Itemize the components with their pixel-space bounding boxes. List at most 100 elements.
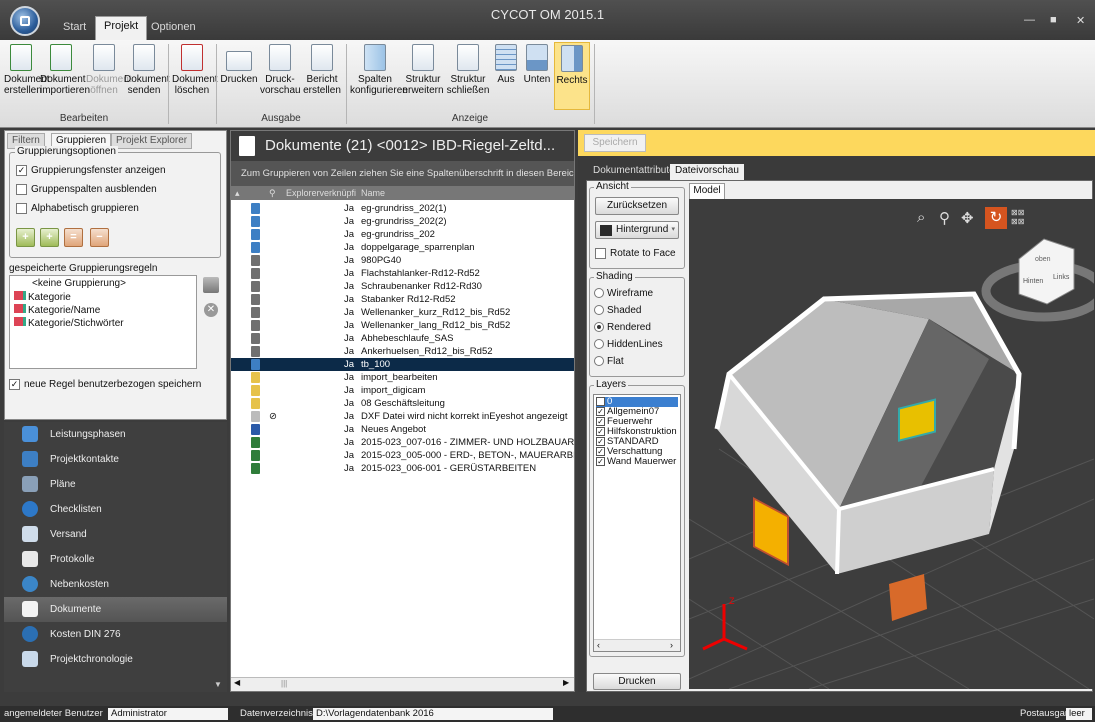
column-explorer-link[interactable]: Explorerverknüpfi (286, 186, 356, 200)
nav-dokumente[interactable]: Dokumente (4, 597, 227, 622)
minimize-icon[interactable]: — (1024, 14, 1035, 26)
background-dropdown[interactable]: Hintergrund ▾ (595, 221, 679, 239)
rule-item[interactable]: Kategorie (14, 291, 71, 303)
rule-item[interactable]: Kategorie/Stichwörter (14, 317, 124, 329)
nav-leistungsphasen[interactable]: Leistungsphasen (4, 422, 227, 447)
nav-projektchronologie[interactable]: Projektchronologie (4, 647, 227, 672)
tab-model[interactable]: Model (689, 183, 725, 199)
preview-right-button[interactable]: Rechts (554, 42, 590, 110)
table-row[interactable]: Ja Stabanker Rd12-Rd52 (231, 293, 574, 306)
table-row[interactable]: Ja import_bearbeiten (231, 371, 574, 384)
rotate-to-face-option[interactable]: Rotate to Face (595, 248, 676, 259)
nav-nebenkosten[interactable]: Nebenkosten (4, 572, 227, 597)
table-row[interactable]: Ja Ankerhuelsen_Rd12_bis_Rd52 (231, 345, 574, 358)
sort-icon[interactable]: ▴ (235, 186, 240, 200)
table-row[interactable]: Ja eg-grundriss_202(1) (231, 202, 574, 215)
add-button[interactable]: + (40, 228, 59, 247)
delete-document-button[interactable]: Dokument löschen (172, 44, 218, 96)
collapse-structure-button[interactable]: Struktur schließen (446, 44, 490, 96)
tab-projekt-explorer[interactable]: Projekt Explorer (111, 133, 193, 149)
configure-columns-button[interactable]: Spalten konfigurieren (350, 44, 408, 96)
table-row[interactable]: Ja Schraubenanker Rd12-Rd30 (231, 280, 574, 293)
print-preview-print-button[interactable]: Drucken (593, 673, 681, 690)
layer-item[interactable]: ✓ Wand Mauerwer (596, 457, 676, 467)
table-row[interactable]: Ja Wellenanker_kurz_Rd12_bis_Rd52 (231, 306, 574, 319)
rotate-icon[interactable]: ↻ (985, 207, 1007, 229)
scroll-right-icon[interactable]: › (670, 640, 673, 650)
table-row[interactable]: Ja Wellenanker_lang_Rd12_bis_Rd52 (231, 319, 574, 332)
shading-flat[interactable]: Flat (594, 356, 624, 367)
shading-hiddenlines[interactable]: HiddenLines (594, 339, 663, 350)
nav-plaene[interactable]: Pläne (4, 472, 227, 497)
tab-start[interactable]: Start (55, 18, 94, 38)
column-name[interactable]: Name (361, 186, 385, 200)
remove-button[interactable]: − (90, 228, 109, 247)
send-document-button[interactable]: Dokument senden (124, 44, 170, 96)
table-row[interactable]: Ja Flachstahlanker-Rd12-Rd52 (231, 267, 574, 280)
preview-bottom-button[interactable]: Unten (522, 44, 552, 85)
nav-projektkontakte[interactable]: Projektkontakte (4, 447, 227, 472)
scroll-right-icon[interactable]: ▶ (563, 678, 569, 687)
shading-wireframe[interactable]: Wireframe (594, 288, 653, 299)
zoom-fit-icon[interactable]: ⊠⊠ ⊠⊠ (1011, 208, 1024, 226)
option-hide-group-columns[interactable]: Gruppenspalten ausblenden (16, 184, 157, 195)
table-row[interactable]: Ja import_digicam (231, 384, 574, 397)
table-row[interactable]: Ja eg-grundriss_202(2) (231, 215, 574, 228)
scroll-thumb[interactable]: ||| (281, 679, 287, 688)
rule-none[interactable]: <keine Gruppierung> (32, 278, 126, 289)
table-row[interactable]: Ja tb_100 (231, 358, 574, 371)
save-rule-icon[interactable] (203, 277, 219, 293)
create-report-button[interactable]: Bericht erstellen (302, 44, 342, 96)
tab-dokumentattribute[interactable]: Dokumentattribute (588, 164, 680, 180)
table-row[interactable]: Ja doppelgarage_sparrenplan (231, 241, 574, 254)
maximize-icon[interactable]: ■ (1050, 14, 1057, 26)
tab-dateivorschau[interactable]: Dateivorschau (670, 164, 744, 180)
import-document-button[interactable]: Dokument importieren (40, 44, 90, 96)
table-row[interactable]: Ja 980PG40 (231, 254, 574, 267)
zoom-window-icon[interactable]: ⌕ (917, 209, 925, 226)
attachment-column-icon[interactable]: ⚲ (269, 186, 276, 200)
rule-item[interactable]: Kategorie/Name (14, 304, 100, 316)
open-document-button[interactable]: Dokument öffnen (86, 44, 132, 96)
table-row[interactable]: Ja Neues Angebot (231, 423, 574, 436)
tab-optionen[interactable]: Optionen (143, 18, 204, 38)
table-row[interactable]: Ja Abhebeschlaufe_SAS (231, 332, 574, 345)
zoom-icon[interactable]: ⚲ (939, 209, 950, 227)
table-row[interactable]: Ja eg-grundriss_202 (231, 228, 574, 241)
table-row[interactable]: Ja 2015-023_005-000 - ERD-, BETON-, MAUER… (231, 449, 574, 462)
expand-structure-button[interactable]: Struktur erweitern (402, 44, 444, 96)
table-row[interactable]: ⊘ Ja DXF Datei wird nicht korrekt inEyesho… (231, 410, 574, 423)
shading-shaded[interactable]: Shaded (594, 305, 641, 316)
nav-protokolle[interactable]: Protokolle (4, 547, 227, 572)
option-alphabetical[interactable]: Alphabetisch gruppieren (16, 203, 139, 214)
saved-rules-list[interactable]: <keine Gruppierung> Kategorie Kategorie/… (9, 275, 197, 369)
3d-viewport[interactable]: oben Hinten Links Z ⌕ ⚲ ✥ ↻ ⊠⊠ ⊠⊠ (689, 199, 1094, 689)
table-row[interactable]: Ja 2015-023_007-016 - ZIMMER- UND HOLZBAU… (231, 436, 574, 449)
delete-rule-icon[interactable]: ✕ (204, 303, 218, 317)
save-button[interactable]: Speichern (584, 134, 646, 152)
nav-kosten-din-276[interactable]: Kosten DIN 276 (4, 622, 227, 647)
scroll-left-icon[interactable]: ◀ (234, 678, 240, 687)
layers-scrollbar[interactable]: ‹ › (594, 639, 680, 651)
reset-view-button[interactable]: Zurücksetzen (595, 197, 679, 215)
table-row[interactable]: Ja 2015-023_006-001 - GERÜSTARBEITEN (231, 462, 574, 475)
add-group-level-button[interactable]: + (16, 228, 35, 247)
create-document-button[interactable]: Dokument erstellen (4, 44, 50, 96)
nav-expand-icon[interactable]: ▼ (214, 680, 222, 689)
nav-checklisten[interactable]: Checklisten (4, 497, 227, 522)
scroll-left-icon[interactable]: ‹ (597, 640, 600, 650)
save-rule-per-user[interactable]: ✓ neue Regel benutzerbezogen speichern (9, 379, 201, 390)
close-icon[interactable]: ✕ (1076, 14, 1085, 27)
shading-rendered[interactable]: Rendered (594, 322, 651, 333)
option-show-group-panel[interactable]: ✓ Gruppierungsfenster anzeigen (16, 165, 166, 176)
tab-projekt[interactable]: Projekt (95, 16, 148, 40)
layers-list[interactable]: ✓ 0 ✓ Allgemein07 ✓ Feuerwehr ✓ Hilfskonstrukti… (593, 394, 681, 652)
pan-icon[interactable]: ✥ (961, 209, 974, 227)
print-button[interactable]: Drucken (220, 44, 258, 85)
table-row[interactable]: Ja 08 Geschäftsleitung (231, 397, 574, 410)
view-cube[interactable] (1018, 238, 1075, 305)
group-by-area[interactable]: Zum Gruppieren von Zeilen ziehen Sie ein… (231, 161, 574, 186)
horizontal-scrollbar[interactable]: ◀ ||| ▶ (231, 677, 574, 691)
print-preview-button[interactable]: Druck-vorschau (260, 44, 301, 96)
edit-button[interactable]: = (64, 228, 83, 247)
